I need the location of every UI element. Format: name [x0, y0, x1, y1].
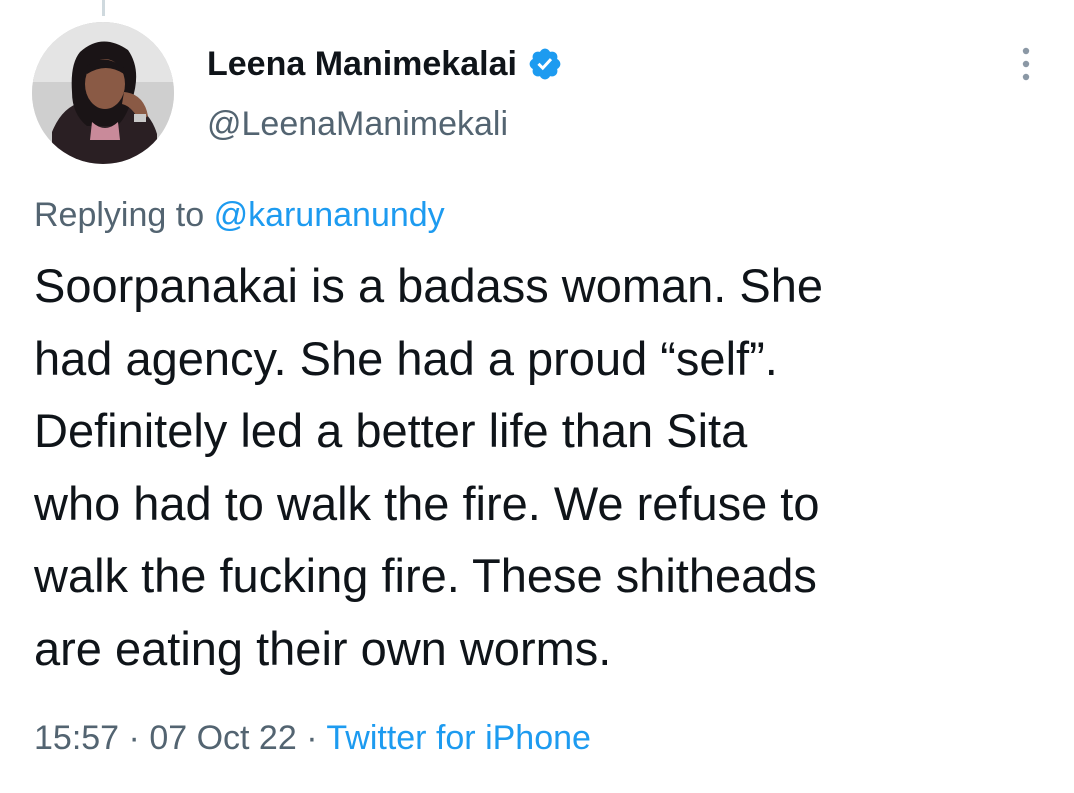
reply-mention-link[interactable]: @karunanundy	[214, 196, 445, 234]
author-name-row[interactable]: Leena Manimekalai	[207, 42, 563, 86]
replying-to-label: Replying to	[34, 196, 205, 234]
more-options-icon[interactable]	[1013, 44, 1039, 84]
avatar[interactable]	[32, 22, 174, 164]
meta-separator: ·	[306, 719, 318, 757]
tweet-metadata: 15:57 · 07 Oct 22 · Twitter for iPhone	[34, 715, 591, 761]
author-handle[interactable]: @LeenaManimekali	[207, 102, 508, 146]
tweet-text: Soorpanakai is a badass woman. She had a…	[34, 250, 1064, 686]
tweet-text-line: who had to walk the fire. We refuse to	[34, 476, 820, 530]
tweet-text-line: Soorpanakai is a badass woman. She	[34, 259, 824, 312]
tweet-text-line: Definitely led a better life than Sita	[34, 404, 748, 458]
tweet-time[interactable]: 15:57	[34, 719, 119, 757]
meta-separator: ·	[128, 719, 140, 757]
tweet-date[interactable]: 07 Oct 22	[149, 719, 296, 757]
tweet-source-link[interactable]: Twitter for iPhone	[326, 719, 591, 757]
tweet-text-line: had agency. She had a proud “self”.	[34, 331, 778, 385]
profile-photo	[32, 22, 174, 164]
thread-connector-line	[102, 0, 105, 16]
tweet-text-line: walk the fucking fire. These shitheads	[34, 549, 817, 603]
tweet-text-line: are eating their own worms.	[34, 621, 612, 675]
verified-badge-icon	[527, 46, 563, 82]
replying-to-line: Replying to @karunanundy	[34, 192, 445, 238]
author-display-name[interactable]: Leena Manimekalai	[207, 42, 517, 86]
